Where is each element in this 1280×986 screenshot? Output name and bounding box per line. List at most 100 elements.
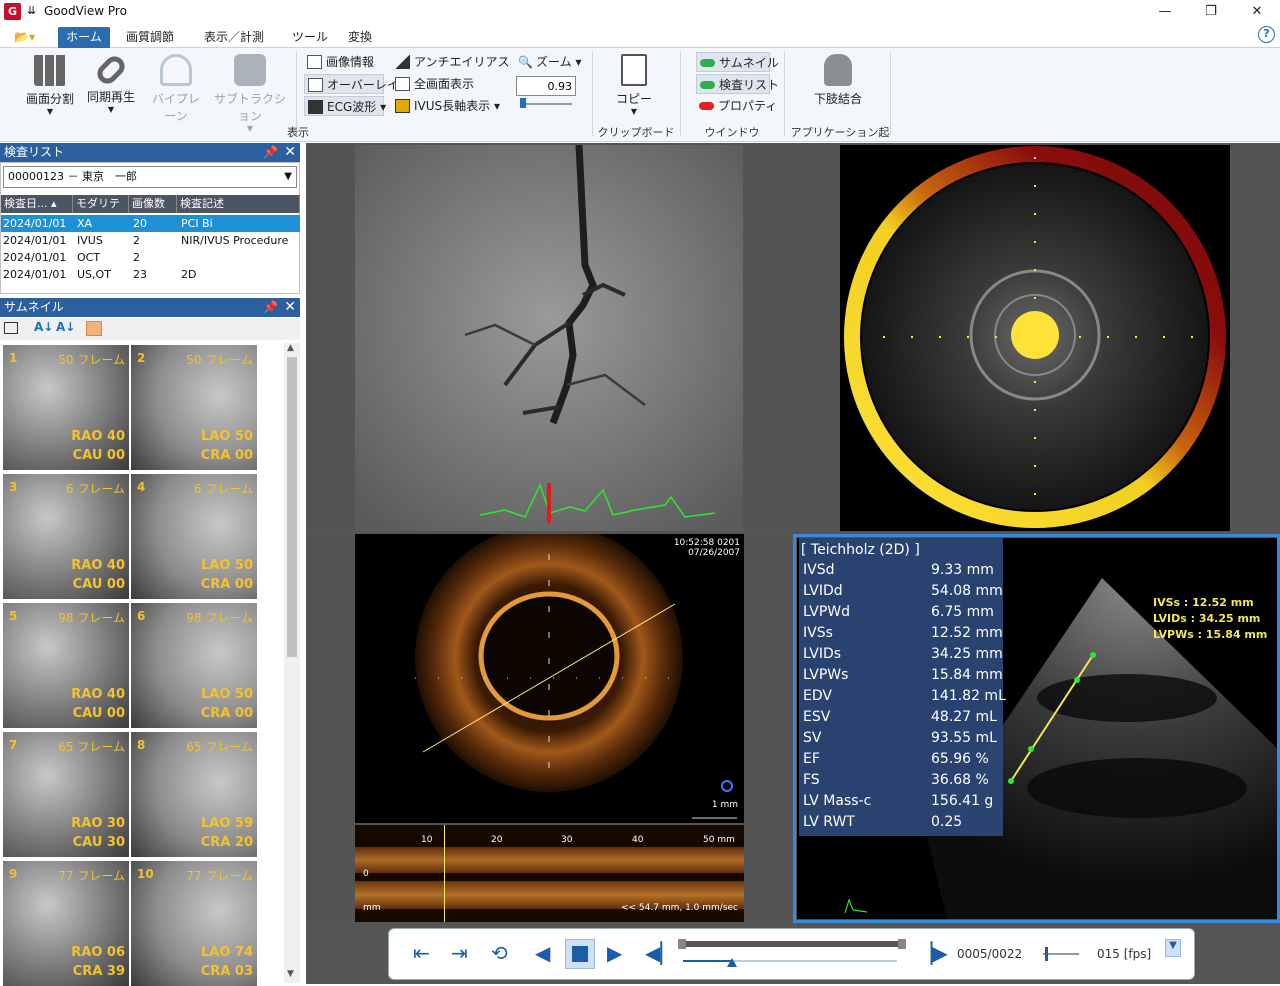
close-icon[interactable]: ✕	[284, 143, 296, 162]
first-frame-icon[interactable]: ⇤	[413, 941, 430, 965]
measurement-value: 12.52 mm	[931, 625, 1003, 641]
minimize-button[interactable]: —	[1142, 0, 1188, 24]
range-start-handle[interactable]	[678, 939, 686, 949]
oct-tick-label: 10	[421, 835, 433, 845]
thumbnail-item[interactable]: 2 50 フレーム LAO 50 CRA 00	[131, 345, 257, 470]
viewport-oct[interactable]: 10:52:58 0201 07/26/2007 1 mm 10 20 30 4…	[306, 534, 791, 923]
range-slider[interactable]	[678, 939, 906, 949]
exam-list-toggle-label: 検査リスト	[719, 78, 780, 92]
stop-icon	[572, 946, 588, 962]
pin-icon[interactable]: 📌	[263, 143, 278, 162]
thumbnail-item[interactable]: 1 50 フレーム RAO 40 CAU 00	[3, 345, 129, 470]
restore-button[interactable]: ❐	[1188, 0, 1234, 24]
quick-access-icon[interactable]: ⇊	[27, 4, 36, 17]
file-menu-button[interactable]: 📂▾	[6, 27, 43, 48]
tab-home[interactable]: ホーム	[58, 27, 110, 48]
step-forward-icon[interactable]: ▕▶	[917, 941, 948, 965]
tab-tools[interactable]: ツール	[284, 27, 336, 48]
fps-slider[interactable]	[1043, 953, 1079, 955]
pin-icon[interactable]: 📌	[263, 298, 278, 317]
measurement-name: FS	[803, 772, 820, 788]
copy-button[interactable]: コピー ▼	[610, 52, 658, 116]
fullscreen-button[interactable]: 全画面表示	[392, 74, 474, 94]
thumbnail-item[interactable]: 7 65 フレーム RAO 30 CAU 30	[3, 732, 129, 857]
ivus-long-axis-button[interactable]: IVUS長軸表示 ▾	[392, 96, 500, 116]
column-header-description[interactable]: 検査記述	[177, 195, 300, 213]
zoom-slider-thumb[interactable]	[520, 98, 526, 108]
image-info-button[interactable]: 画像情報	[304, 52, 374, 72]
sort-descending-icon[interactable]: A↓	[56, 320, 75, 334]
zoom-slider[interactable]	[520, 103, 572, 105]
oct-image	[415, 534, 737, 819]
table-row[interactable]: 2024/01/01 OCT 2	[1, 249, 300, 266]
thumbnail-item[interactable]: 5 98 フレーム RAO 40 CAU 00	[3, 603, 129, 728]
last-frame-icon[interactable]: ⇥	[451, 941, 468, 965]
patient-select[interactable]: 00000123 － 東京 一郎 ▼	[3, 166, 297, 188]
lower-limb-join-button[interactable]: 下肢結合	[808, 52, 868, 107]
scroll-down-icon[interactable]: ▼	[287, 969, 294, 979]
loop-icon[interactable]: ⟲	[491, 941, 508, 965]
thumbnail-item[interactable]: 8 65 フレーム LAO 59 CRA 20	[131, 732, 257, 857]
viewer-area: 10:52:58 0201 07/26/2007 1 mm 10 20 30 4…	[306, 143, 1280, 923]
table-row[interactable]: 2024/01/01 XA 20 PCI Bi	[1, 215, 300, 232]
toggle-on-icon	[700, 81, 715, 89]
play-reverse-icon[interactable]: ◀	[535, 941, 550, 965]
thumbnail-item[interactable]: 3 6 フレーム RAO 40 CAU 00	[3, 474, 129, 599]
thumbnail-toggle[interactable]: サムネイル	[696, 52, 779, 72]
zoom-input[interactable]	[516, 76, 576, 96]
fps-slider-thumb[interactable]	[1045, 947, 1048, 961]
exam-list-header: 検査リスト 📌 ✕	[0, 143, 300, 162]
biplane-button[interactable]: バイプレーン	[146, 52, 206, 124]
table-row[interactable]: 2024/01/01 IVUS 2 NIR/IVUS Procedure	[1, 232, 300, 249]
tab-view-measure[interactable]: 表示／計測	[196, 27, 272, 48]
subtraction-button[interactable]: サブトラクション ▼	[212, 52, 288, 133]
thumbnail-item[interactable]: 10 77 フレーム LAO 74 CRA 03	[131, 861, 257, 986]
ecg-waveform-button[interactable]: ECG波形 ▾	[304, 96, 386, 116]
range-end-handle[interactable]	[898, 939, 906, 949]
column-header-modality[interactable]: モダリティ	[73, 195, 129, 228]
screen-split-button[interactable]: 画面分割 ▼	[22, 52, 78, 116]
oct-long-cursor[interactable]	[444, 825, 445, 922]
thumbnail-scrollbar[interactable]: ▲ ▼	[284, 343, 300, 983]
sort-ascending-icon[interactable]: A↓	[34, 320, 53, 334]
exam-list-toggle[interactable]: 検査リスト	[696, 74, 779, 94]
overlay-button[interactable]: オーバーレイ	[304, 74, 399, 94]
tab-convert[interactable]: 変換	[340, 27, 380, 48]
column-header-date[interactable]: 検査日... ▴	[1, 195, 73, 213]
thumbnail-toggle-label: サムネイル	[719, 56, 779, 70]
property-toggle[interactable]: プロパティ	[696, 96, 777, 116]
thumbnail-item[interactable]: 9 77 フレーム RAO 06 CRA 39	[3, 861, 129, 986]
thumbnail-frames: 6 フレーム	[193, 482, 253, 496]
frame-slider[interactable]	[683, 958, 897, 967]
close-icon[interactable]: ✕	[284, 298, 296, 317]
play-icon[interactable]: ▶	[607, 941, 622, 965]
stop-button[interactable]	[565, 939, 595, 969]
copy-pages-icon[interactable]	[4, 322, 18, 334]
echo-overlay-lvids: LVIDs : 34.25 mm	[1153, 612, 1261, 625]
thumbnail-number: 2	[137, 351, 146, 365]
refresh-icon[interactable]	[86, 321, 102, 336]
thumbnail-angle-primary: RAO 40	[71, 558, 125, 573]
sync-play-button[interactable]: 同期再生 ▼	[84, 52, 138, 114]
measurement-value: 65.96 %	[931, 751, 989, 767]
close-button[interactable]: ✕	[1234, 0, 1280, 24]
zoom-button[interactable]: 🔍 ズーム ▾	[514, 52, 581, 72]
measurement-name: LVPWs	[803, 667, 849, 683]
thumbnail-item[interactable]: 4 6 フレーム LAO 50 CRA 00	[131, 474, 257, 599]
viewport-echo[interactable]: [ Teichholz (2D) ] IVSd 9.33 mm LVIDd 54.08…	[793, 534, 1280, 923]
ecg-icon	[308, 100, 323, 114]
scroll-up-icon[interactable]: ▲	[287, 343, 294, 353]
viewport-angiography[interactable]	[306, 143, 791, 532]
viewport-ivus[interactable]	[793, 143, 1280, 532]
help-icon[interactable]: ?	[1258, 26, 1275, 43]
table-row[interactable]: 2024/01/01 US,OT 23 2D	[1, 266, 300, 283]
thumbnail-item[interactable]: 6 98 フレーム LAO 50 CRA 00	[131, 603, 257, 728]
tab-image-adjust[interactable]: 画質調節	[118, 27, 182, 48]
frame-slider-thumb[interactable]	[727, 958, 738, 967]
scrollbar-thumb[interactable]	[287, 357, 297, 657]
antialias-button[interactable]: アンチエイリアス	[392, 52, 510, 72]
step-back-icon[interactable]: ◀▏	[645, 941, 676, 965]
pin-icon[interactable]: ▼	[1165, 939, 1181, 957]
column-header-count[interactable]: 画像数	[129, 195, 177, 213]
thumbnail-frames: 77 フレーム	[58, 869, 125, 883]
